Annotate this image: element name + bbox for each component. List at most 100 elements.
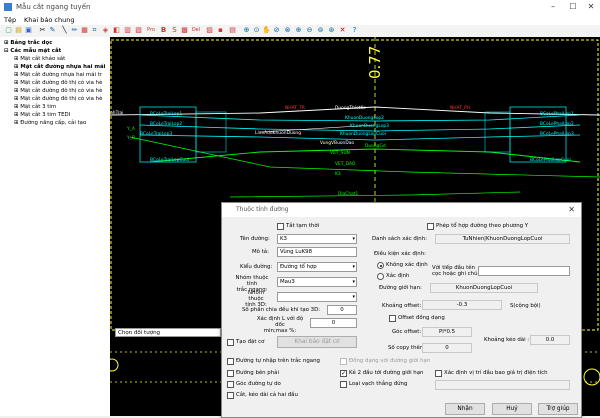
window-title: Mẫu cắt ngang tuyến: [16, 3, 91, 11]
text-icon[interactable]: Pro: [145, 26, 157, 35]
help-button[interactable]: Trợ giúp: [538, 403, 578, 415]
table-icon[interactable]: ▦: [80, 26, 89, 35]
slope-field[interactable]: 0: [310, 318, 357, 328]
prefix-field[interactable]: [478, 266, 570, 276]
tree-item[interactable]: ⊞ Mặt cắt đường đô thị có via hè: [14, 80, 102, 86]
zoom-prev-icon[interactable]: ✋: [262, 26, 271, 35]
polyline-icon[interactable]: ⌗: [90, 26, 99, 35]
chevron-down-icon: ▾: [352, 294, 355, 300]
tree-item-label: Mặt cắt 3 tim: [20, 104, 57, 110]
ok-button[interactable]: Nhận: [445, 403, 485, 415]
maximize-button[interactable]: ☐: [563, 0, 583, 14]
tree-item-selected[interactable]: ⊞ Mặt cắt đường nhựa hai mái: [14, 64, 105, 70]
tree-item[interactable]: ⊞ Mặt cắt 3 tim: [14, 104, 56, 110]
magnify-minus-icon[interactable]: ⊖: [305, 26, 314, 35]
divisions-field[interactable]: 0: [327, 305, 357, 315]
line-icon[interactable]: ╲: [60, 26, 69, 35]
tree-item[interactable]: ⊞ Mặt cắt đường nhựa hai mái tr: [14, 72, 102, 78]
help-icon[interactable]: ?: [350, 26, 359, 35]
template-tree: ⊞ Bảng trắc dọc ⊟ Các mẫu mặt cắt ⊞ Mặt …: [0, 37, 111, 416]
zoom-extents-icon[interactable]: ⊗: [283, 26, 292, 35]
fill-icon[interactable]: ▥: [123, 26, 132, 35]
manual-line-checkbox[interactable]: [227, 358, 234, 365]
pencil-icon[interactable]: ✎: [48, 26, 57, 35]
vertical-checkbox[interactable]: [340, 381, 347, 388]
label-kd-lop3: KhuonDuongLop3: [350, 123, 389, 129]
cancel-button[interactable]: Huỷ: [492, 403, 532, 415]
pencil2-icon[interactable]: ✏: [70, 26, 79, 35]
canvas-labels: DuongThietKe NHAT_TR NHAT_PH LineAddKhuo…: [110, 105, 574, 197]
limit-line-label: Đường giới hạn:: [379, 285, 422, 291]
zoom-out-icon[interactable]: ▤: [228, 26, 237, 35]
move-icon[interactable]: ▧: [134, 26, 143, 35]
measure-icon[interactable]: ⊘: [272, 26, 281, 35]
save-icon[interactable]: ▣: [24, 26, 33, 35]
offset-field[interactable]: -0.3: [422, 300, 502, 310]
close-icon[interactable]: ✕: [338, 26, 347, 35]
ruler-icon[interactable]: Del: [190, 26, 202, 35]
refresh-icon[interactable]: ⊕: [242, 26, 251, 35]
s-icon[interactable]: S: [170, 26, 179, 35]
tree-item[interactable]: ⊞ Mặt cắt 3 tim TEDI: [14, 112, 70, 118]
fit-icon[interactable]: ▨: [205, 26, 214, 35]
label-vung-bd: VungVBuonDao: [320, 140, 354, 146]
offset-angle-field[interactable]: PI*0.5: [422, 327, 472, 337]
magnify-window-icon[interactable]: ⊚: [316, 26, 325, 35]
label-ranh: nhTrai: [110, 110, 123, 116]
line-type-combo[interactable]: Đường tổ hợp ▾: [277, 262, 357, 272]
cut-extend-checkbox[interactable]: [227, 392, 234, 399]
tree-group[interactable]: ⊟ Các mẫu mặt cắt: [4, 48, 61, 54]
label-line-add: LineAddKhuonDuong: [255, 130, 301, 136]
position-field[interactable]: [435, 380, 570, 390]
line-name-combo[interactable]: K3 ▾: [277, 234, 357, 244]
magnify-plus-icon[interactable]: ⊕: [294, 26, 303, 35]
list-define-field[interactable]: TuNhien|KhuonDuongLopCuoi: [435, 234, 570, 244]
b-icon[interactable]: B: [159, 26, 168, 35]
menu-file[interactable]: Tệp: [4, 16, 16, 24]
condition-label: Điều kiện xác định:: [374, 251, 426, 257]
menu-general[interactable]: Khai báo chung: [24, 16, 74, 24]
free-angle-checkbox[interactable]: [227, 381, 234, 388]
position-checkbox[interactable]: [435, 370, 442, 377]
extend-both-checkbox[interactable]: ✓: [340, 370, 347, 377]
similar-limit-checkbox[interactable]: [340, 358, 347, 365]
label-vet-sun: VET_SUN: [330, 150, 350, 156]
tt-icon[interactable]: ◈: [101, 26, 110, 35]
cut-icon[interactable]: ✂: [38, 26, 47, 35]
similar-offset-checkbox[interactable]: [389, 315, 396, 322]
tree-item[interactable]: ⊞ Mặt cắt khảo sát: [14, 56, 65, 62]
tree-root[interactable]: ⊞ Bảng trắc dọc: [4, 40, 52, 46]
not-defined-radio[interactable]: [377, 262, 384, 269]
pan-icon[interactable]: ▩: [180, 26, 189, 35]
open-icon[interactable]: ▤: [14, 26, 23, 35]
tree-item[interactable]: ⊞ Mặt cắt đường đô thị có via hè: [14, 88, 102, 94]
zero-marker-left: [110, 358, 119, 372]
minimize-button[interactable]: –: [543, 0, 563, 14]
copy-count-field[interactable]: 0: [422, 343, 472, 353]
attribute-3d-combo[interactable]: ▾: [277, 292, 357, 302]
limit-line-field[interactable]: KhuonDuongLopCuoi: [430, 283, 538, 293]
tree-item[interactable]: ⊞ Mặt cắt đường đô thị có via hè: [14, 96, 102, 102]
magnify-all-icon[interactable]: ⊛: [327, 26, 336, 35]
attribute-group-combo[interactable]: Mau3 ▾: [277, 277, 357, 287]
vertical-label: Loại vạch thẳng đứng: [349, 381, 408, 387]
create-bench-checkbox[interactable]: [227, 339, 234, 346]
tree-item[interactable]: ⊞ Đường nâng cấp, cải tạo: [14, 120, 86, 126]
dialog-close-icon[interactable]: ✕: [568, 205, 575, 214]
extend-field[interactable]: 0.0: [530, 335, 570, 345]
right-side-checkbox[interactable]: [227, 370, 234, 377]
combine-y-checkbox[interactable]: [427, 223, 434, 230]
new-icon[interactable]: ▢: [4, 26, 13, 35]
description-field[interactable]: Vùng LuK98: [277, 247, 357, 257]
chevron-down-icon: ▾: [352, 279, 355, 285]
zoom-in-icon[interactable]: ▪: [216, 26, 225, 35]
close-window-button[interactable]: ✕: [581, 0, 600, 14]
free-angle-label: Góc đường tự do: [236, 381, 281, 387]
defined-radio[interactable]: [377, 273, 384, 280]
declare-bench-button[interactable]: Khai báo đặt cơ: [277, 336, 357, 348]
zoom-window-icon[interactable]: ⊙: [252, 26, 261, 35]
temp-disable-checkbox[interactable]: [277, 223, 284, 230]
dialog-title: Thuộc tính đường: [236, 206, 289, 213]
mirror-icon[interactable]: ◧: [112, 26, 121, 35]
tree-item-label: Mặt cắt 3 tim TEDI: [20, 112, 71, 118]
